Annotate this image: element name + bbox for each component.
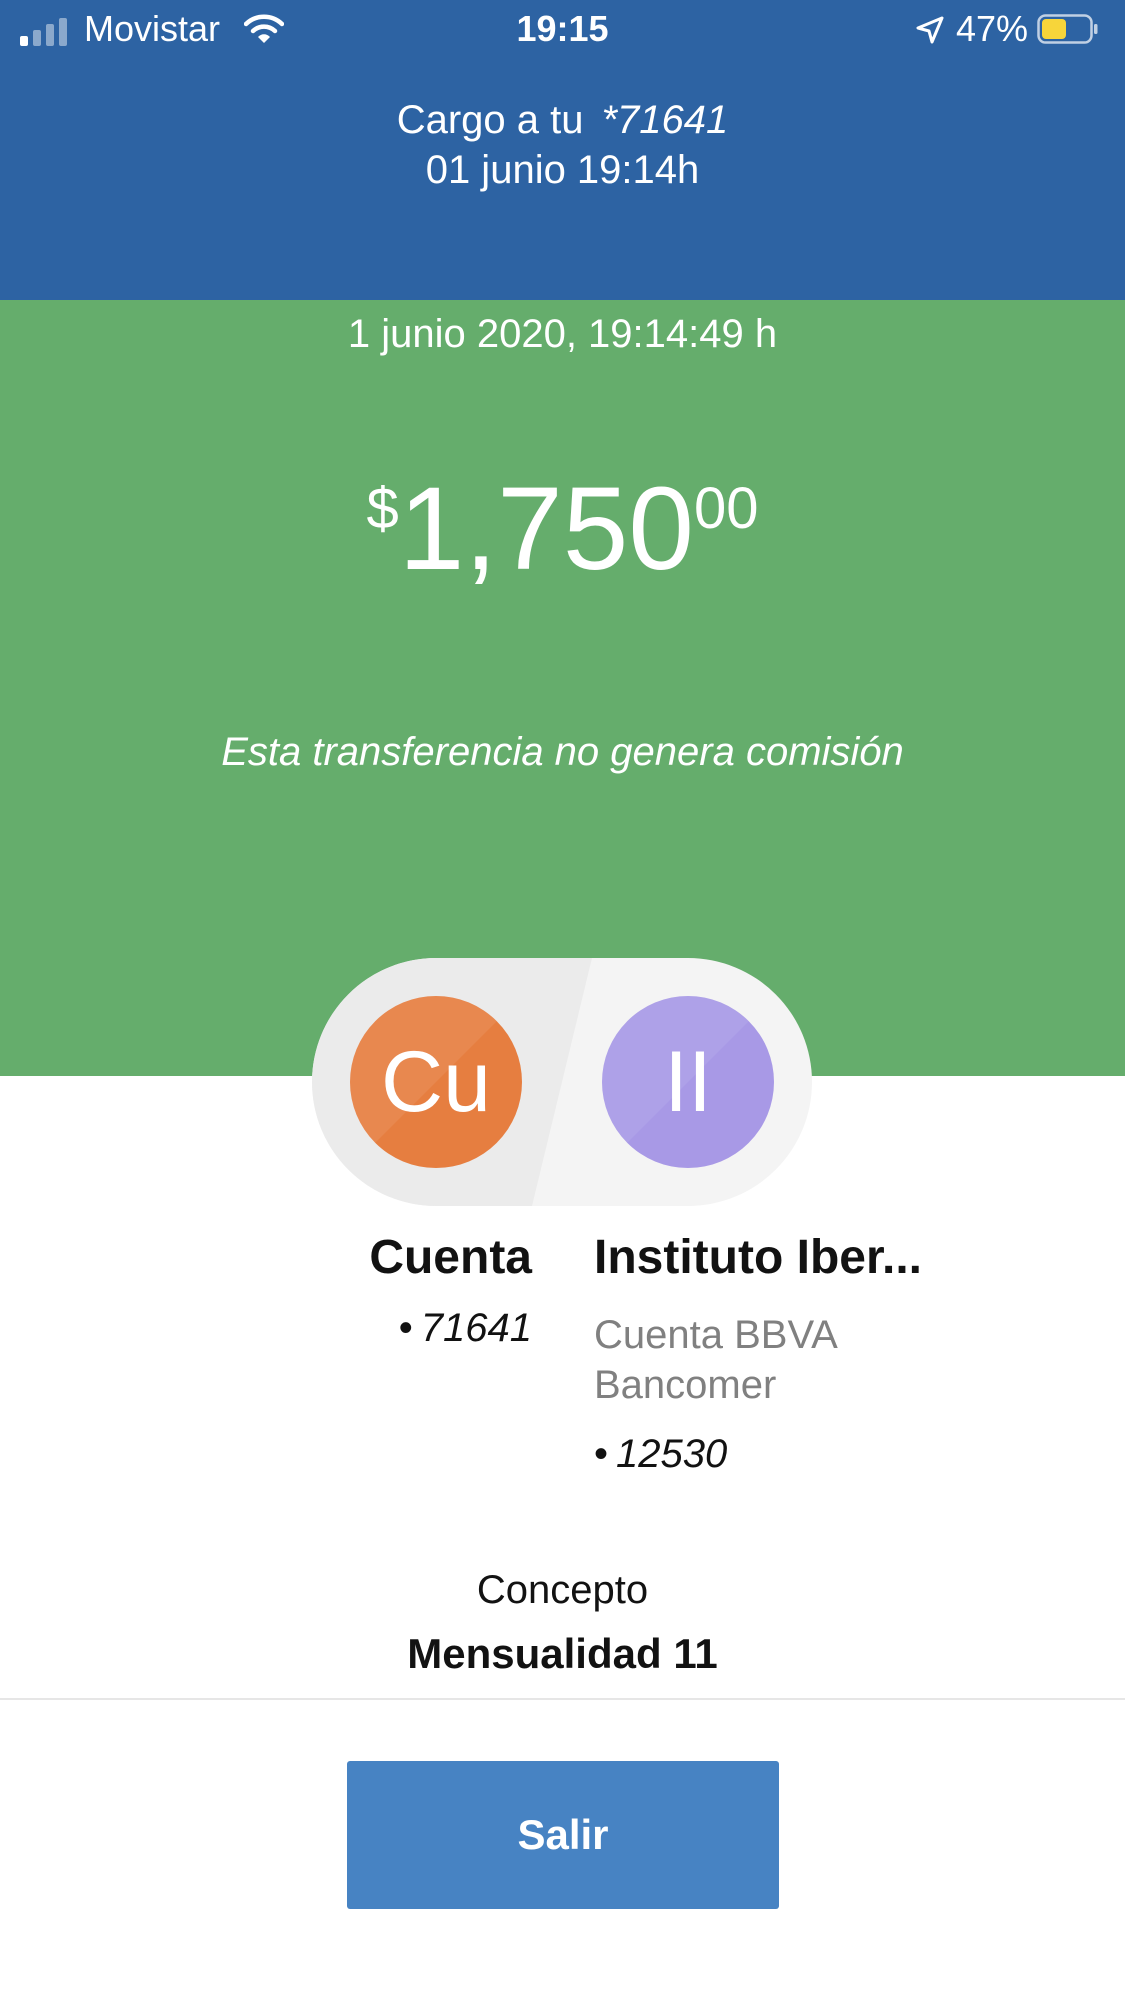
origin-number-value: 71641 bbox=[420, 1306, 532, 1350]
exit-button[interactable]: Salir bbox=[347, 1761, 779, 1909]
bullet-icon: • bbox=[594, 1432, 609, 1476]
origin-avatar: Cu bbox=[350, 996, 522, 1168]
location-arrow-icon bbox=[916, 16, 944, 44]
concept-value: Mensualidad 11 bbox=[407, 1630, 718, 1677]
battery-icon bbox=[1037, 14, 1098, 44]
bullet-icon: • bbox=[398, 1306, 413, 1350]
charge-label: Cargo a tu bbox=[396, 98, 584, 142]
amount-integer: 1,750 bbox=[398, 463, 695, 595]
concept-label: Concepto bbox=[476, 1568, 649, 1612]
transfer-parties-badge: Cu II bbox=[312, 958, 812, 1206]
destination-number-value: 12530 bbox=[616, 1432, 728, 1476]
destination-avatar: II bbox=[602, 996, 774, 1168]
divider bbox=[0, 1698, 1125, 1700]
currency-symbol: $ bbox=[366, 476, 399, 541]
origin-account-name: Cuenta bbox=[369, 1231, 532, 1284]
masked-account-number: *71641 bbox=[601, 98, 729, 142]
charge-date-time: 01 junio 19:14h bbox=[425, 148, 700, 192]
amount-decimals: 00 bbox=[694, 476, 759, 541]
header: Movistar 19:15 47% Cargo a tu *71641 01 j… bbox=[0, 0, 1125, 300]
transaction-amount: $1,75000 bbox=[0, 470, 1125, 588]
charge-account-line: Cargo a tu *71641 bbox=[0, 98, 1125, 143]
destination-initials: II bbox=[664, 1033, 712, 1130]
origin-account-number: • 71641 bbox=[312, 1306, 532, 1351]
commission-note: Esta transferencia no genera comisión bbox=[221, 730, 904, 774]
destination-account-name: Instituto Iber... bbox=[594, 1231, 923, 1284]
transaction-timestamp: 1 junio 2020, 19:14:49 h bbox=[347, 312, 778, 356]
destination-account-number: • 12530 bbox=[594, 1432, 727, 1477]
battery-percent: 47% bbox=[956, 8, 1029, 49]
status-bar: Movistar 19:15 47% bbox=[0, 0, 1125, 62]
origin-initials: Cu bbox=[381, 1033, 491, 1130]
destination-bank: Cuenta BBVA Bancomer bbox=[594, 1313, 836, 1407]
